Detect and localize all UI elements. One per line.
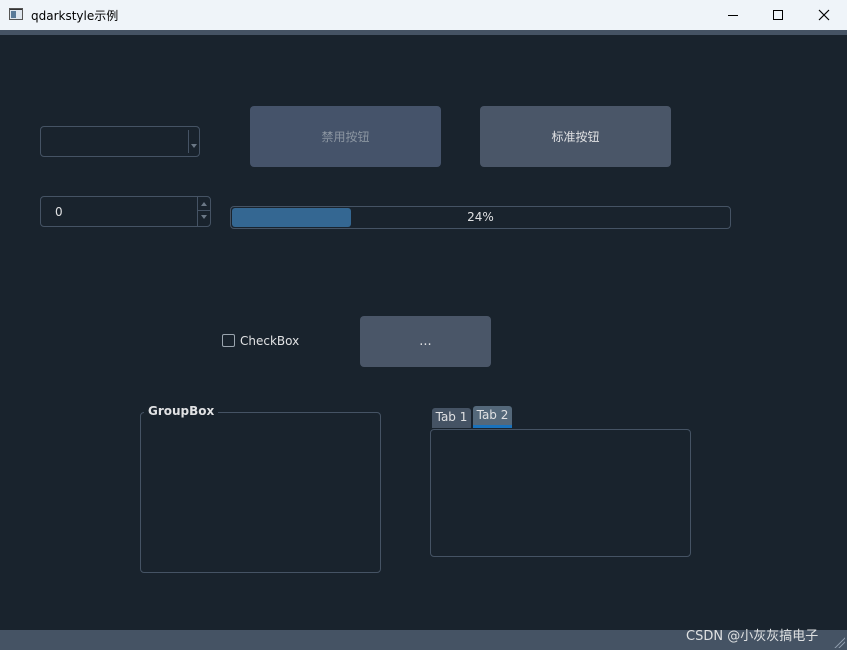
minimize-button[interactable] (710, 0, 756, 30)
minimize-icon (728, 14, 738, 16)
close-button[interactable] (801, 0, 847, 30)
spin-up-arrow-icon[interactable] (198, 197, 210, 211)
resize-grip-icon[interactable] (833, 636, 845, 648)
menu-strip (0, 30, 847, 35)
progress-bar: 24% (230, 206, 731, 229)
spin-box[interactable]: 0 (40, 196, 211, 227)
watermark: CSDN @小灰灰搞电子 (686, 629, 819, 644)
spin-value[interactable]: 0 (55, 205, 63, 219)
ellipsis-button[interactable]: ... (360, 316, 491, 367)
window-title: qdarkstyle示例 (31, 9, 119, 23)
tab-2[interactable]: Tab 2 (473, 406, 512, 428)
checkbox[interactable] (222, 334, 235, 347)
close-icon (818, 9, 830, 21)
spin-buttons (197, 197, 210, 226)
maximize-icon (773, 10, 783, 20)
progress-text: 24% (467, 210, 494, 224)
maximize-button[interactable] (755, 0, 801, 30)
tab-pane (430, 429, 691, 557)
disabled-button: 禁用按钮 (250, 106, 441, 167)
combo-box[interactable] (40, 126, 200, 157)
standard-button[interactable]: 标准按钮 (480, 106, 671, 167)
checkbox-label[interactable]: CheckBox (240, 334, 299, 348)
group-box (140, 412, 381, 573)
title-bar: qdarkstyle示例 (0, 0, 847, 30)
app-window-icon (9, 8, 23, 20)
tab-1[interactable]: Tab 1 (432, 408, 471, 428)
spin-down-arrow-icon[interactable] (198, 211, 210, 225)
chevron-down-icon[interactable] (188, 130, 199, 153)
group-box-title: GroupBox (144, 404, 219, 418)
